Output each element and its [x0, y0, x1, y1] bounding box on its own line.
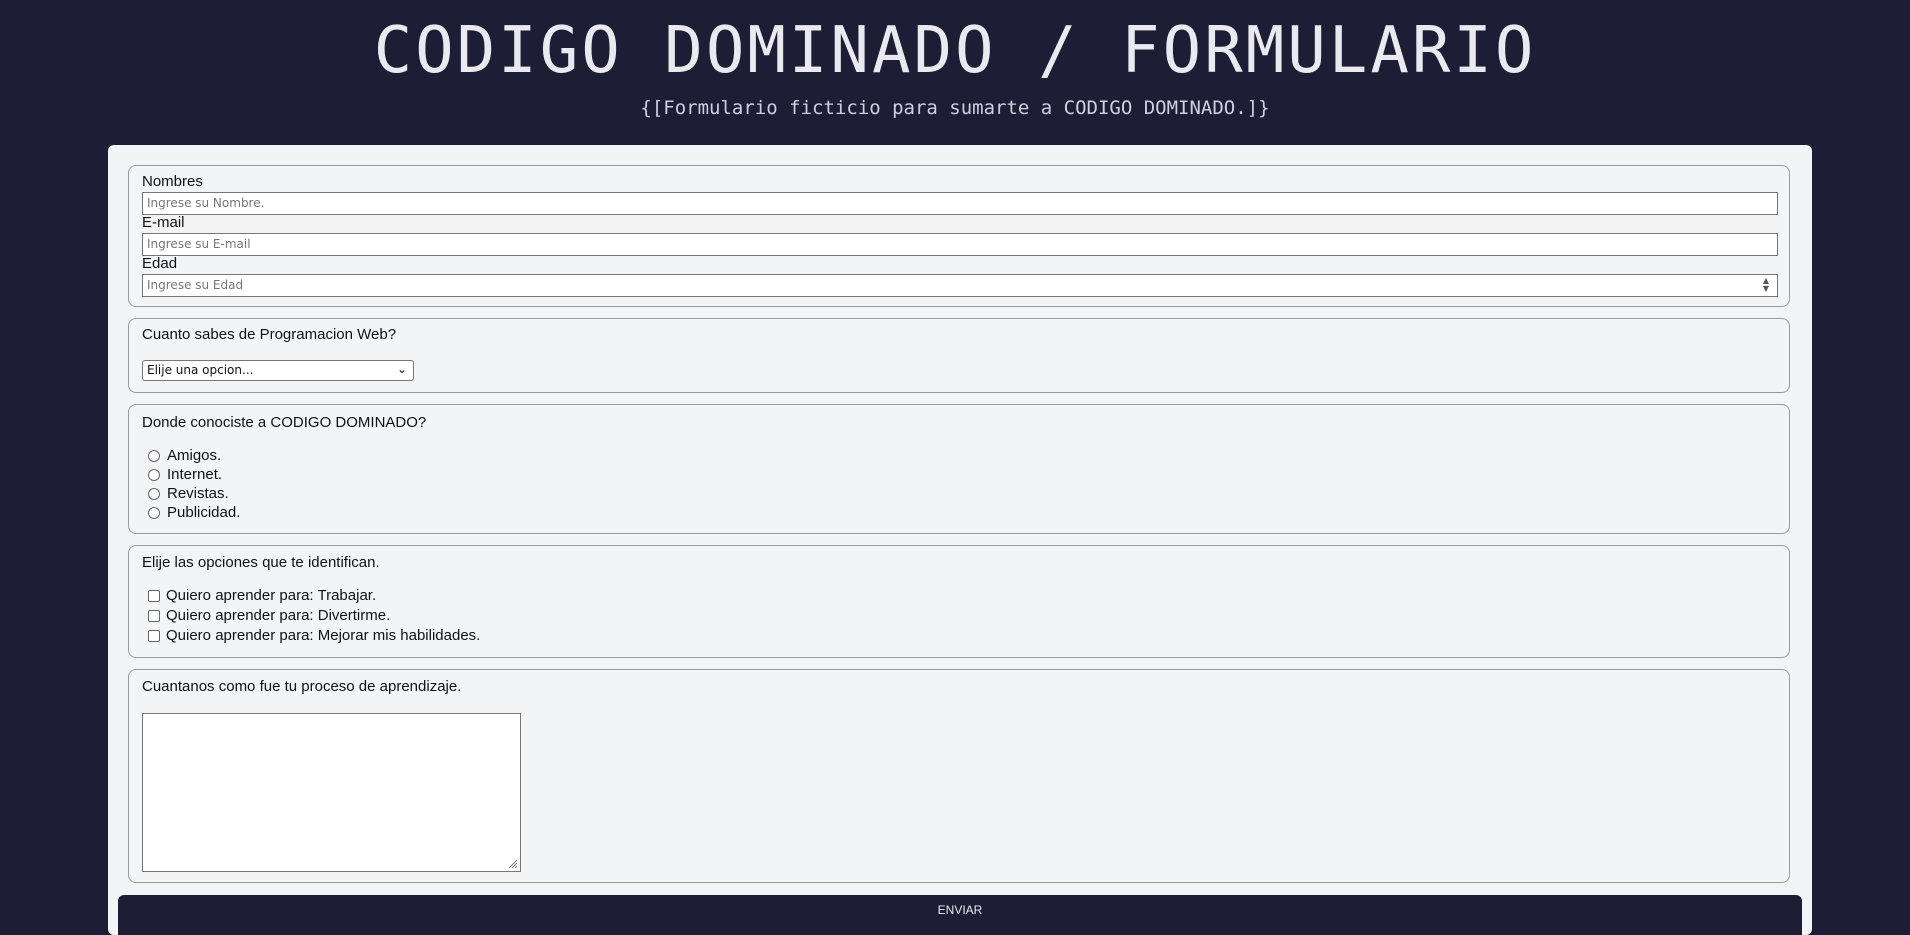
- story-textarea[interactable]: [142, 713, 521, 872]
- email-input[interactable]: Ingrese su E-mail: [142, 233, 1778, 256]
- name-label: Nombres: [142, 173, 203, 190]
- radio-label-internet: Internet.: [167, 466, 223, 483]
- checkbox-habilidades[interactable]: [148, 630, 160, 642]
- goals-fieldset: Elije las opciones que te identifican. Q…: [128, 545, 1790, 658]
- radio-amigos[interactable]: [148, 450, 160, 462]
- checkbox-divertirme[interactable]: [148, 610, 160, 622]
- page-title: CODIGO DOMINADO / FORMULARIO: [373, 14, 1537, 88]
- source-fieldset: Donde conociste a CODIGO DOMINADO? Amigo…: [128, 404, 1790, 534]
- personal-fieldset: Nombres Ingrese su Nombre. E-mail Ingres…: [128, 165, 1790, 307]
- radio-revistas[interactable]: [148, 488, 160, 500]
- page-header: CODIGO DOMINADO / FORMULARIO {[Formulari…: [0, 0, 1910, 145]
- spinner-icon[interactable]: ▲ ▼: [1759, 277, 1773, 294]
- story-fieldset: Cuantanos como fue tu proceso de aprendi…: [128, 669, 1790, 883]
- knowledge-fieldset: Cuanto sabes de Programacion Web? Elije …: [128, 318, 1790, 393]
- checkbox-label-habilidades: Quiero aprender para: Mejorar mis habili…: [166, 627, 481, 644]
- chevron-down-icon: ⌄: [396, 362, 407, 376]
- knowledge-selected: Elije una opcion...: [147, 363, 254, 377]
- submit-button[interactable]: ENVIAR: [118, 895, 1802, 935]
- age-input[interactable]: Ingrese su Edad ▲ ▼: [142, 274, 1778, 297]
- goals-question: Elije las opciones que te identifican.: [142, 554, 380, 571]
- checkbox-label-trabajar: Quiero aprender para: Trabajar.: [166, 587, 377, 604]
- email-label: E-mail: [142, 214, 185, 231]
- radio-internet[interactable]: [148, 469, 160, 481]
- knowledge-question: Cuanto sabes de Programacion Web?: [142, 326, 397, 343]
- checkbox-label-divertirme: Quiero aprender para: Divertirme.: [166, 607, 391, 624]
- resize-grip-icon[interactable]: [506, 857, 518, 869]
- radio-label-publicidad: Publicidad.: [167, 504, 241, 521]
- age-label: Edad: [142, 255, 178, 272]
- signup-form: Nombres Ingrese su Nombre. E-mail Ingres…: [108, 145, 1812, 935]
- knowledge-select[interactable]: Elije una opcion... ⌄: [142, 360, 414, 381]
- age-placeholder: Ingrese su Edad: [147, 278, 244, 292]
- radio-label-amigos: Amigos.: [167, 447, 222, 464]
- name-input[interactable]: Ingrese su Nombre.: [142, 192, 1778, 215]
- story-question: Cuantanos como fue tu proceso de aprendi…: [142, 678, 462, 695]
- radio-publicidad[interactable]: [148, 507, 160, 519]
- source-question: Donde conociste a CODIGO DOMINADO?: [142, 414, 427, 431]
- checkbox-trabajar[interactable]: [148, 590, 160, 602]
- radio-label-revistas: Revistas.: [167, 485, 229, 502]
- page-subtitle: {[Formulario ficticio para sumarte a COD…: [640, 97, 1270, 119]
